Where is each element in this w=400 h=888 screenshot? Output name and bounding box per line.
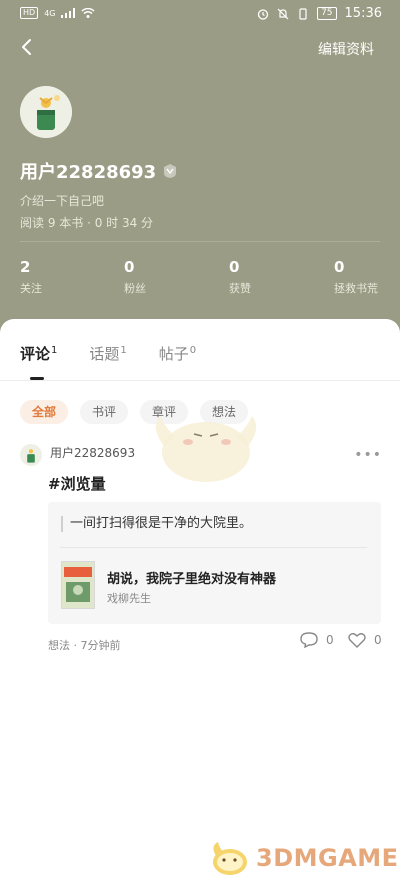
mascot-logo [213,842,247,875]
stat-value: 2 [20,258,31,276]
tab-topics[interactable]: 话题1 [89,343,126,364]
battery-level: 75 [317,7,337,20]
watermark: 3DMGAME [208,838,399,878]
edit-profile-button[interactable]: 编辑资料 [318,39,374,59]
stat-value: 0 [229,258,240,276]
tab-bar: 评论1 话题1 帖子0 [20,343,228,364]
book-title: 胡说，我院子里绝对没有神器 [107,572,277,587]
post-username[interactable]: 用户22828693 [50,444,135,461]
avatar-illustration [20,86,72,138]
reading-stats: 阅读 9 本书 · 0 时 34 分 [20,216,154,230]
vibrate-icon [299,7,307,20]
level-badge-icon [164,164,177,178]
top-bar: 编辑资料 [0,32,400,64]
filter-reviews[interactable]: 书评 [80,400,129,424]
watermark-text: 3DMGAME [256,844,399,872]
filter-all[interactable]: 全部 [20,400,69,424]
tab-comments[interactable]: 评论1 [20,343,57,364]
tab-count: 0 [189,345,197,356]
more-icon[interactable]: ••• [354,447,382,463]
like-button[interactable]: 0 [348,632,382,648]
tab-count: 1 [51,345,58,356]
stat-label: 关注 [20,282,42,295]
post-meta: 想法 · 7分钟前 [48,639,121,652]
quote-text: 一间打扫得很是干净的大院里。 [61,516,252,532]
status-time: 15:36 [344,6,382,21]
quote-card[interactable]: 一间打扫得很是干净的大院里。 胡说，我院子里绝对没有神器 戏柳先生 [48,502,381,624]
book-cover [61,561,95,609]
tab-posts[interactable]: 帖子0 [159,343,196,364]
tab-label: 评论 [20,345,51,363]
alarm-icon [257,8,269,20]
stat-value: 0 [334,258,345,276]
book-author: 戏柳先生 [107,592,151,605]
hd-badge: HD [20,7,39,19]
like-count: 0 [374,633,382,647]
avatar[interactable] [20,86,72,138]
comment-button[interactable]: 0 [300,632,334,648]
content-sheet: 评论1 话题1 帖子0 全部 书评 章评 想法 用户22828693 ••• #… [0,319,400,888]
username-row: 用户22828693 [20,158,178,184]
comment-count: 0 [326,633,334,647]
mute-icon [277,8,289,19]
divider [60,547,367,548]
bio[interactable]: 介绍一下自己吧 [20,192,104,209]
wifi-icon [82,8,95,18]
stat-followers[interactable]: 0 粉丝 [124,258,146,296]
comment-icon [300,632,318,648]
stat-rescue[interactable]: 0 拯救书荒 [334,258,378,296]
stat-label: 粉丝 [124,282,146,295]
signal-icon [61,8,76,18]
stat-value: 0 [124,258,135,276]
stat-following[interactable]: 2 关注 [20,258,42,296]
tab-label: 话题 [89,345,120,363]
chevron-left-icon[interactable] [18,38,36,56]
tab-count: 1 [120,345,127,356]
stats-row: 2 关注 0 粉丝 0 获赞 0 拯救书荒 [20,258,381,302]
heart-icon [348,633,366,648]
stat-label: 获赞 [229,282,251,295]
post-title[interactable]: #浏览量 [48,473,106,494]
tab-label: 帖子 [158,345,189,363]
divider [0,380,400,381]
mascot-watermark [155,416,257,482]
status-bar: HD 4G 75 15:36 [0,0,400,28]
stat-label: 拯救书荒 [334,282,378,295]
avatar-illustration [20,444,42,466]
stat-likes[interactable]: 0 获赞 [229,258,251,296]
post-avatar[interactable] [20,444,42,466]
divider [20,241,380,242]
book-cover-art [62,562,94,608]
network-label: 4G [44,8,56,18]
username: 用户22828693 [20,162,157,183]
